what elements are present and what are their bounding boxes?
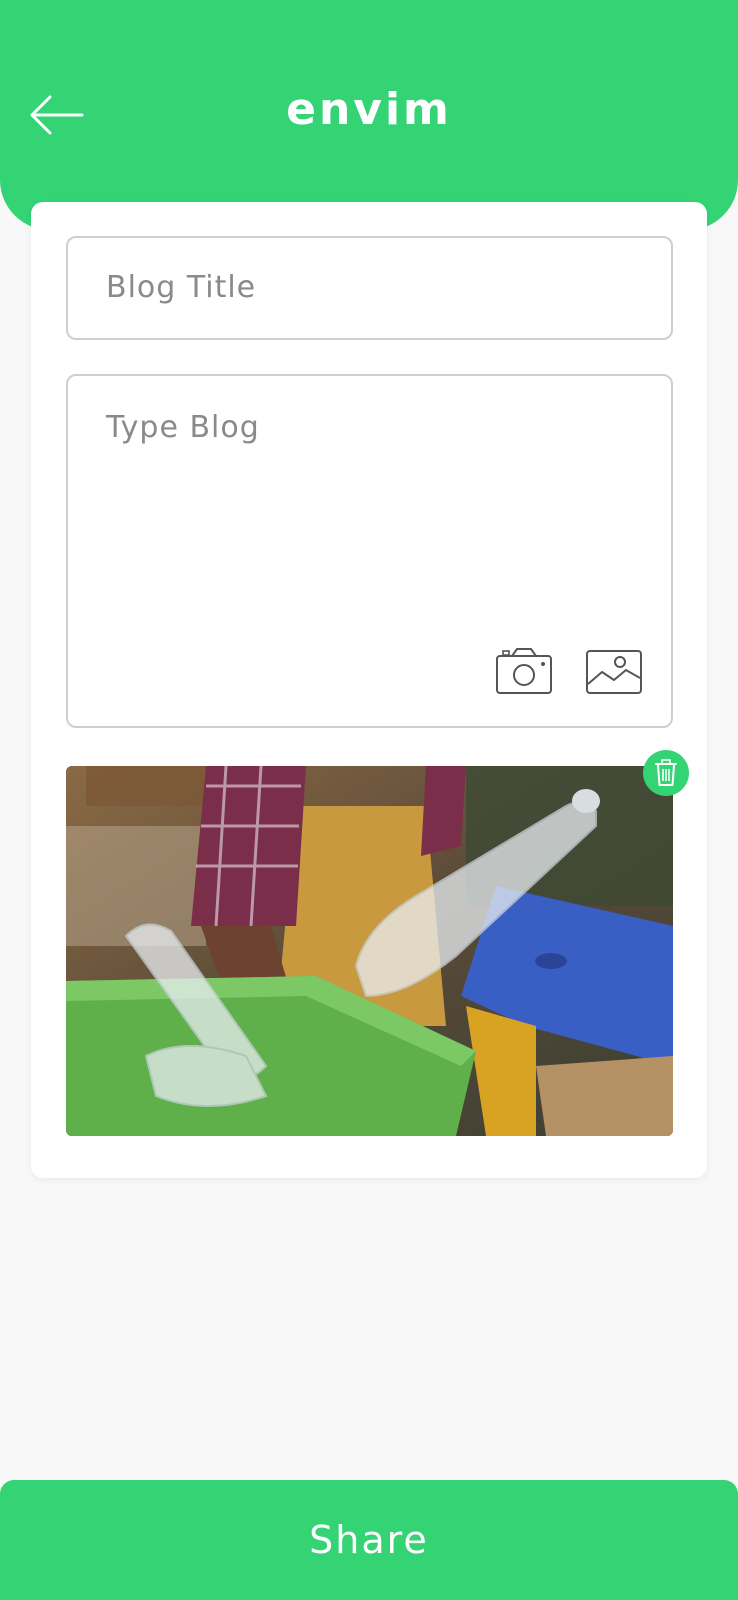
blog-body-input[interactable]: Type Blog bbox=[66, 374, 673, 728]
trash-icon bbox=[655, 759, 677, 786]
camera-icon bbox=[496, 648, 552, 694]
blog-body-placeholder: Type Blog bbox=[106, 410, 260, 445]
recycling-photo-illustration bbox=[66, 766, 673, 1136]
blog-title-placeholder: Blog Title bbox=[106, 270, 257, 305]
attached-photo bbox=[66, 766, 673, 1136]
image-icon bbox=[586, 650, 642, 694]
blog-title-input[interactable]: Blog Title bbox=[66, 236, 673, 340]
gallery-button[interactable] bbox=[584, 648, 644, 696]
share-button[interactable]: Share bbox=[0, 1480, 738, 1600]
delete-photo-button[interactable] bbox=[643, 750, 689, 796]
camera-button[interactable] bbox=[494, 646, 554, 696]
share-button-label: Share bbox=[309, 1518, 429, 1562]
app-logo: envim bbox=[286, 84, 452, 135]
app-header: envim bbox=[0, 0, 738, 230]
